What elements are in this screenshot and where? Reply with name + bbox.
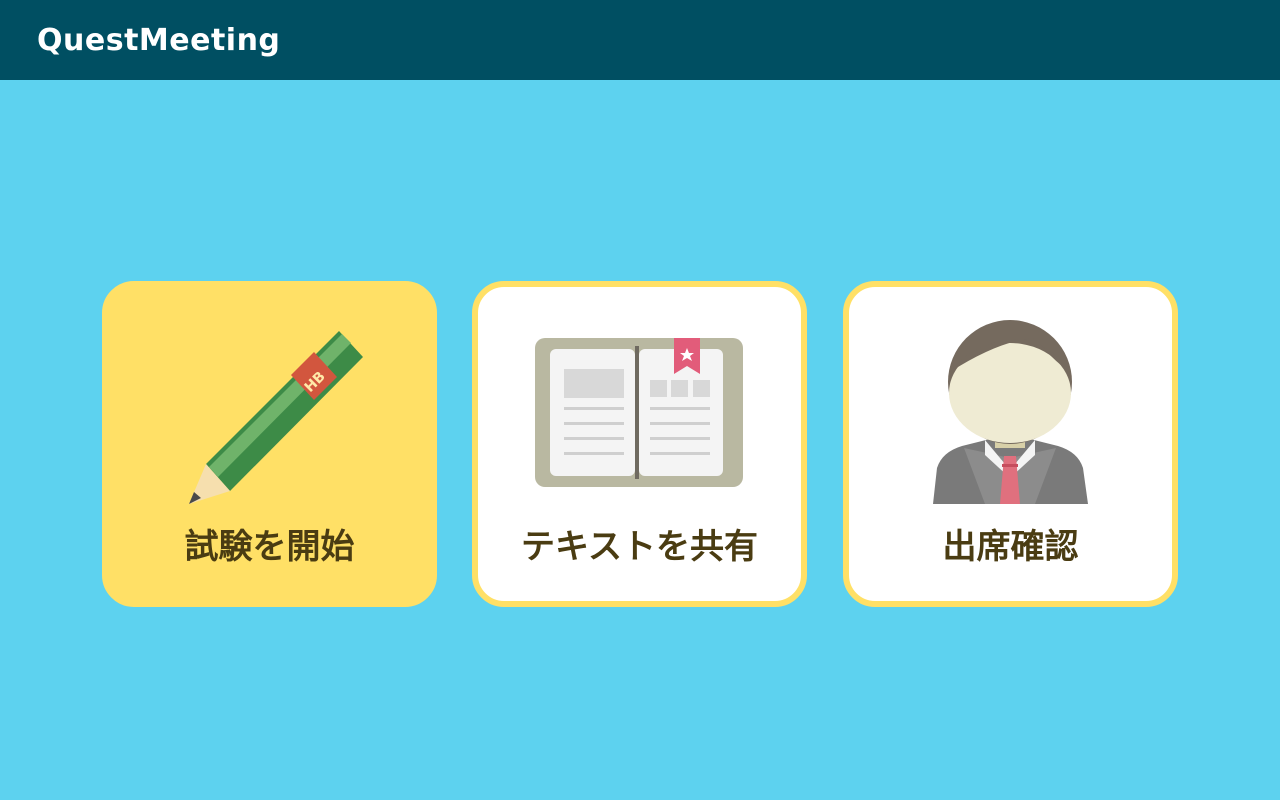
start-exam-label: 試験を開始 [184,527,355,567]
attendance-card[interactable]: 出席確認 [843,281,1178,607]
app-logo[interactable]: QuestMeeting [37,22,280,60]
start-exam-card[interactable]: HB 試験を開始 [102,281,437,607]
person-icon [933,320,1088,504]
app-header: QuestMeeting [0,0,1280,80]
share-text-card[interactable]: テキストを共有 [472,281,807,607]
share-text-label: テキストを共有 [521,527,758,567]
pencil-icon: HB [189,331,363,504]
attendance-label: 出席確認 [942,527,1079,567]
open-book-icon [535,338,743,487]
